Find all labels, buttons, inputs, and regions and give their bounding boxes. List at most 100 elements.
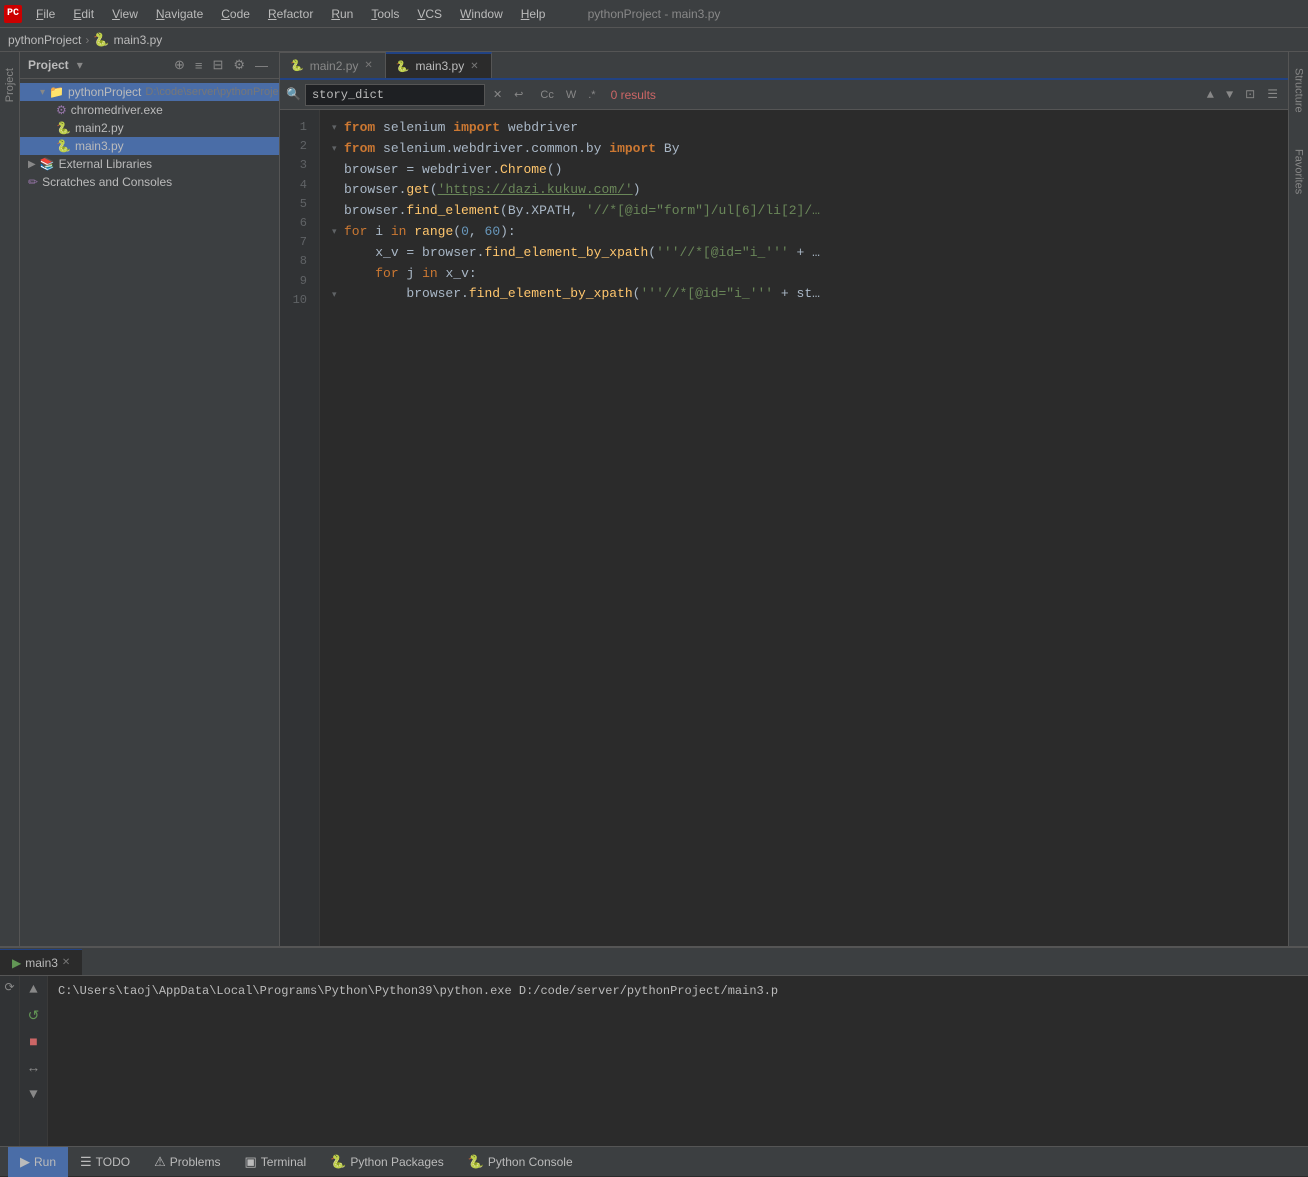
breadcrumb-sep: › [85,33,89,47]
scroll-up-btn[interactable]: ▲ [27,980,39,1000]
tree-item-external-libs[interactable]: ▶ 📚 External Libraries [20,155,279,173]
breadcrumb: pythonProject › 🐍 main3.py [0,28,1308,52]
fold-1[interactable]: ▾ [332,121,342,135]
project-hide-btn[interactable]: — [252,57,271,74]
statusbar-run-label: Run [34,1155,56,1169]
statusbar-problems-btn[interactable]: ⚠ Problems [142,1147,232,1177]
search-input[interactable] [305,84,485,106]
menu-window[interactable]: Window [452,5,511,23]
search-clear-btn[interactable]: ✕ [489,86,506,104]
search-regex-btn[interactable]: .* [583,87,600,103]
bottom-tab-run-label: main3 [25,956,58,970]
statusbar-terminal-label: Terminal [261,1155,306,1169]
search-expand-btn[interactable]: ⊡ [1241,85,1259,104]
tree-file-chromedriver: chromedriver.exe [71,103,163,117]
tree-item-pythonproject[interactable]: ▾ 📁 pythonProject D:\code\server\pythonP… [20,83,279,101]
search-glass-icon: 🔍 [286,87,301,102]
fold-2[interactable]: ▾ [332,142,342,156]
code-line-9: ▾ browser . find_element_by_xpath ( '''/… [332,284,1288,305]
status-bar: ▶ Run ☰ TODO ⚠ Problems ▣ Terminal 🐍 Pyt… [0,1146,1308,1176]
bottom-tab-run[interactable]: ▶ main3 ✕ [0,949,82,975]
scroll-wrap-btn[interactable]: ↔ [27,1059,39,1079]
line-num-2: 2 [280,137,313,156]
tab-main3-close[interactable]: ✕ [470,61,478,72]
run-tab-close[interactable]: ✕ [62,957,70,968]
menu-help[interactable]: Help [513,5,554,23]
menu-code[interactable]: Code [213,5,258,23]
menu-file[interactable]: File [28,5,63,23]
line-num-1: 1 [280,118,313,137]
code-line-2: ▾ from selenium.webdriver.common.by impo… [332,139,1288,160]
line-num-5: 5 [280,195,313,214]
project-scroll-btn[interactable]: ⊟ [209,56,226,74]
run-sidebar-icon[interactable]: ⟳ [4,980,14,995]
statusbar-python-packages-btn[interactable]: 🐍 Python Packages [318,1147,456,1177]
code-line-8: for j in x_v : [332,264,1288,285]
tree-project-path: D:\code\server\pythonProject [145,86,279,98]
statusbar-todo-btn[interactable]: ☰ TODO [68,1147,142,1177]
favorites-side-tab[interactable]: Favorites [1293,141,1305,202]
fold-3 [332,163,342,177]
search-down-btn[interactable]: ▼ [1222,86,1237,104]
tree-item-main3[interactable]: 🐍 main3.py [20,137,279,155]
bottom-content: ⟳ ▲ ↺ ■ ↔ ▼ C:\Users\taoj\AppData\Local\… [0,976,1308,1146]
tab-main2-close[interactable]: ✕ [364,60,372,71]
project-side-tab[interactable]: Project [4,60,16,110]
menu-run[interactable]: Run [323,5,361,23]
terminal-line-1: C:\Users\taoj\AppData\Local\Programs\Pyt… [58,982,1298,1000]
project-panel: Project ▾ ⊕ ≡ ⊟ ⚙ — ▾ 📁 pythonProject D:… [20,52,280,946]
fold-6[interactable]: ▾ [332,225,342,239]
menu-refactor[interactable]: Refactor [260,5,321,23]
menu-view[interactable]: View [104,5,146,23]
line-num-3: 3 [280,156,313,175]
code-line-7: x_v = browser . find_element_by_xpath ( … [332,243,1288,264]
statusbar-run-btn[interactable]: ▶ Run [8,1147,68,1177]
code-line-1: ▾ from selenium import webdriver [332,118,1288,139]
menu-navigate[interactable]: Navigate [148,5,211,23]
statusbar-python-packages-label: Python Packages [350,1155,443,1169]
tab-main2[interactable]: 🐍 main2.py ✕ [280,52,386,78]
code-line-4: browser . get ( 'https://dazi.kukuw.com/… [332,180,1288,201]
project-scope-btn[interactable]: ⊕ [171,56,188,74]
scroll-down-btn[interactable]: ▼ [27,1085,39,1105]
menu-edit[interactable]: Edit [65,5,102,23]
tab-main2-label: main2.py [310,59,359,73]
terminal-output[interactable]: C:\Users\taoj\AppData\Local\Programs\Pyt… [48,976,1308,1146]
fold-7 [332,246,342,260]
tree-item-scratches[interactable]: ✏ Scratches and Consoles [20,173,279,191]
menu-vcs[interactable]: VCS [409,5,450,23]
code-line-10 [332,305,1288,326]
tree-item-chromedriver[interactable]: ⚙ chromedriver.exe [20,101,279,119]
statusbar-python-console-btn[interactable]: 🐍 Python Console [456,1147,585,1177]
search-up-btn[interactable]: ▲ [1203,86,1218,104]
line-num-6: 6 [280,214,313,233]
project-flatten-btn[interactable]: ≡ [192,57,206,74]
run-play-icon: ▶ [12,956,21,970]
fold-4 [332,184,342,198]
search-prev-occurrence-btn[interactable]: ↩ [510,86,527,104]
problems-icon: ⚠ [154,1154,166,1170]
tab-bar: 🐍 main2.py ✕ 🐍 main3.py ✕ [280,52,1288,80]
search-case-btn[interactable]: Cc [535,87,558,103]
statusbar-todo-label: TODO [96,1155,130,1169]
search-bar: 🔍 ✕ ↩ Cc W .* 0 results ▲ ▼ ⊡ ☰ [280,80,1288,110]
breadcrumb-file[interactable]: main3.py [114,33,163,47]
menu-tools[interactable]: Tools [363,5,407,23]
code-content[interactable]: ▾ from selenium import webdriver ▾ from … [320,110,1288,946]
line-num-9: 9 [280,272,313,291]
tree-item-main2[interactable]: 🐍 main2.py [20,119,279,137]
structure-side-tab[interactable]: Structure [1293,60,1305,121]
stop-btn[interactable]: ■ [27,1033,39,1053]
statusbar-python-console-label: Python Console [488,1155,573,1169]
search-menu-btn[interactable]: ☰ [1263,85,1282,104]
code-line-3: browser = webdriver . Chrome () [332,160,1288,181]
right-edge-strip: Structure Favorites [1288,52,1308,946]
breadcrumb-project[interactable]: pythonProject [8,33,81,47]
search-word-btn[interactable]: W [561,87,581,103]
statusbar-terminal-btn[interactable]: ▣ Terminal [232,1147,318,1177]
rerun-btn[interactable]: ↺ [26,1006,42,1027]
project-settings-btn[interactable]: ⚙ [230,56,248,74]
tab-main3[interactable]: 🐍 main3.py ✕ [386,52,492,78]
fold-9[interactable]: ▾ [332,288,342,302]
python-console-icon: 🐍 [468,1154,484,1170]
